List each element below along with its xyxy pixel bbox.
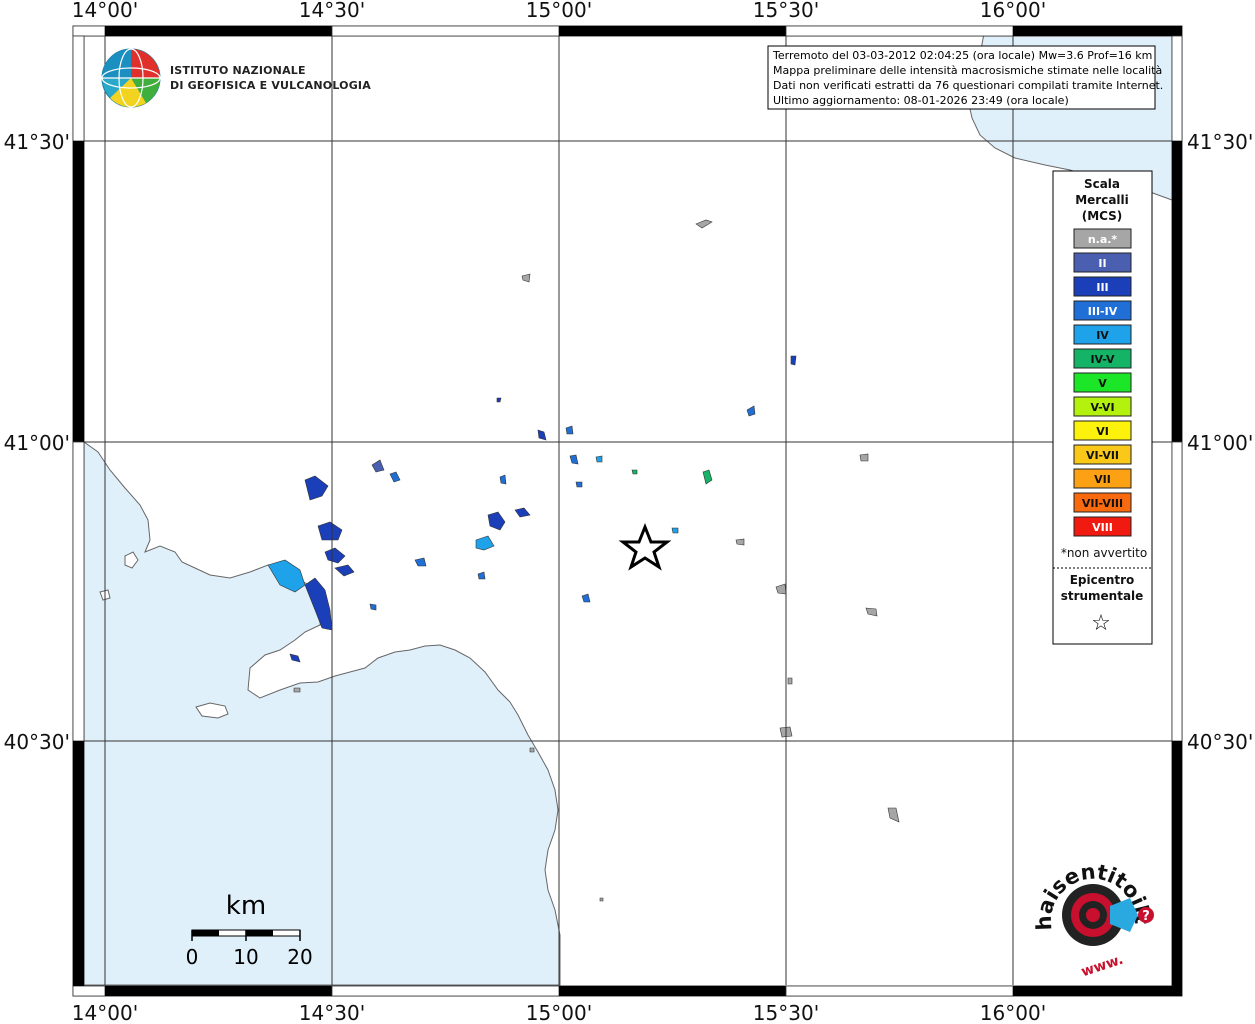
locality-c26 (496, 397, 502, 403)
locality-na11 (599, 897, 604, 902)
locality-na7 (787, 677, 793, 685)
left-coord-label: 41°00' (4, 431, 70, 455)
locality-na5 (775, 583, 787, 595)
scale-tick-20: 20 (287, 945, 312, 969)
locality-c9 (369, 603, 377, 611)
bottom-coord-label: 16°00' (980, 1001, 1046, 1024)
info-line-1: Terremoto del 03-03-2012 02:04:25 (ora l… (772, 49, 1152, 62)
locality-c14 (477, 571, 486, 580)
intensity-legend: Scala Mercalli (MCS) n.a.*IIIIIIII-IVIVI… (1052, 170, 1153, 645)
legend-class-label: VI-VII (1086, 449, 1119, 462)
locality-c6 (371, 459, 385, 473)
legend-class-label: IV-V (1090, 353, 1115, 366)
locality-na4 (735, 538, 745, 546)
legend-class-label: VIII (1092, 521, 1113, 534)
ingv-logo: ISTITUTO NAZIONALE DI GEOFISICA E VULCAN… (101, 48, 371, 108)
locality-c4 (334, 564, 355, 577)
legend-class-label: VII (1094, 473, 1111, 486)
scale-tick-10: 10 (233, 945, 258, 969)
locality-c5 (289, 653, 301, 663)
bottom-coord-label: 15°30' (753, 1001, 819, 1024)
legend-class-label: II (1098, 257, 1106, 270)
legend-class-label: VII-VIII (1082, 497, 1123, 510)
legend-epicenter-1: Epicentro (1070, 573, 1135, 587)
info-box: Terremoto del 03-03-2012 02:04:25 (ora l… (767, 45, 1163, 110)
locality-c8 (414, 557, 427, 567)
right-coordinate-labels: 41°30' 41°00' 40°30' (1187, 130, 1253, 754)
info-line-3: Dati non verificati estratti da 76 quest… (773, 79, 1163, 92)
right-coord-label: 41°00' (1187, 431, 1253, 455)
scale-tick-0: 0 (186, 945, 199, 969)
legend-class-label: n.a.* (1088, 233, 1118, 246)
locality-c20 (631, 469, 638, 475)
locality-c23 (581, 593, 591, 603)
locality-caserta1 (304, 475, 329, 501)
locality-na10 (529, 747, 535, 753)
top-coord-label: 15°30' (753, 0, 819, 22)
legend-title-2: Mercalli (1075, 193, 1129, 207)
right-coord-label: 41°30' (1187, 130, 1253, 154)
locality-na2 (521, 273, 531, 283)
locality-c15 (537, 429, 547, 441)
locality-na3 (859, 453, 869, 462)
left-coord-label: 41°30' (4, 130, 70, 154)
sea-areas (83, 27, 1173, 986)
right-coord-label: 40°30' (1187, 730, 1253, 754)
scale-unit: km (226, 891, 266, 921)
locality-na12 (293, 687, 301, 693)
bottom-coord-label: 15°00' (526, 1001, 592, 1024)
legend-class-label: V-VI (1090, 401, 1114, 414)
legend-title-3: (MCS) (1082, 209, 1123, 223)
locality-c3 (324, 547, 346, 564)
locality-c10 (475, 535, 495, 551)
locality-c25 (790, 355, 797, 366)
locality-c21 (702, 469, 713, 485)
left-coordinate-labels: 41°30' 41°00' 40°30' (4, 130, 70, 754)
haisentito-question: ? (1142, 909, 1150, 924)
legend-title-1: Scala (1084, 177, 1120, 191)
top-coord-label: 16°00' (980, 0, 1046, 22)
haisentito-www: www. (1079, 952, 1125, 981)
top-coord-label: 15°00' (526, 0, 592, 22)
locality-c7 (389, 471, 401, 483)
legend-class-label: VI (1096, 425, 1109, 438)
left-coord-label: 40°30' (4, 730, 70, 754)
info-line-2: Mappa preliminare delle intensità macros… (773, 64, 1162, 77)
bottom-coordinate-labels: 14°00' 14°30' 15°00' 15°30' 16°00' (72, 1001, 1046, 1024)
locality-c22 (671, 527, 679, 534)
legend-class-label: III (1096, 281, 1108, 294)
locality-c12 (514, 507, 531, 518)
locality-na6 (865, 607, 878, 617)
legend-class-label: V (1098, 377, 1107, 390)
legend-epicenter-star-icon: ☆ (1091, 611, 1111, 636)
locality-c11 (487, 511, 506, 531)
locality-c24 (746, 405, 756, 417)
locality-c19 (575, 481, 583, 488)
top-coordinate-labels: 14°00' 14°30' 15°00' 15°30' 16°00' (72, 0, 1046, 22)
top-coord-label: 14°30' (299, 0, 365, 22)
locality-na9 (887, 807, 900, 823)
legend-not-felt-note: *non avvertito (1061, 546, 1147, 560)
legend-class-label: III-IV (1088, 305, 1118, 318)
info-line-4: Ultimo aggiornamento: 08-01-2026 23:49 (… (773, 94, 1069, 107)
tyrrhenian-sea (83, 441, 561, 986)
locality-c13 (499, 474, 507, 485)
epicenter-star-icon (618, 522, 672, 571)
legend-class-label: IV (1096, 329, 1109, 342)
locality-caserta2 (317, 521, 343, 541)
bottom-coord-label: 14°00' (72, 1001, 138, 1024)
locality-na1 (695, 219, 713, 229)
bottom-coord-label: 14°30' (299, 1001, 365, 1024)
ingv-name-line2: DI GEOFISICA E VULCANOLOGIA (170, 79, 371, 92)
legend-epicenter-2: strumentale (1061, 589, 1144, 603)
map-canvas: 14°00' 14°30' 15°00' 15°30' 16°00' 14°00… (0, 0, 1253, 1024)
top-coord-label: 14°00' (72, 0, 138, 22)
ingv-name-line1: ISTITUTO NAZIONALE (170, 64, 306, 77)
locality-c18 (595, 455, 603, 463)
locality-c16 (565, 425, 574, 435)
locality-c17 (569, 454, 579, 465)
